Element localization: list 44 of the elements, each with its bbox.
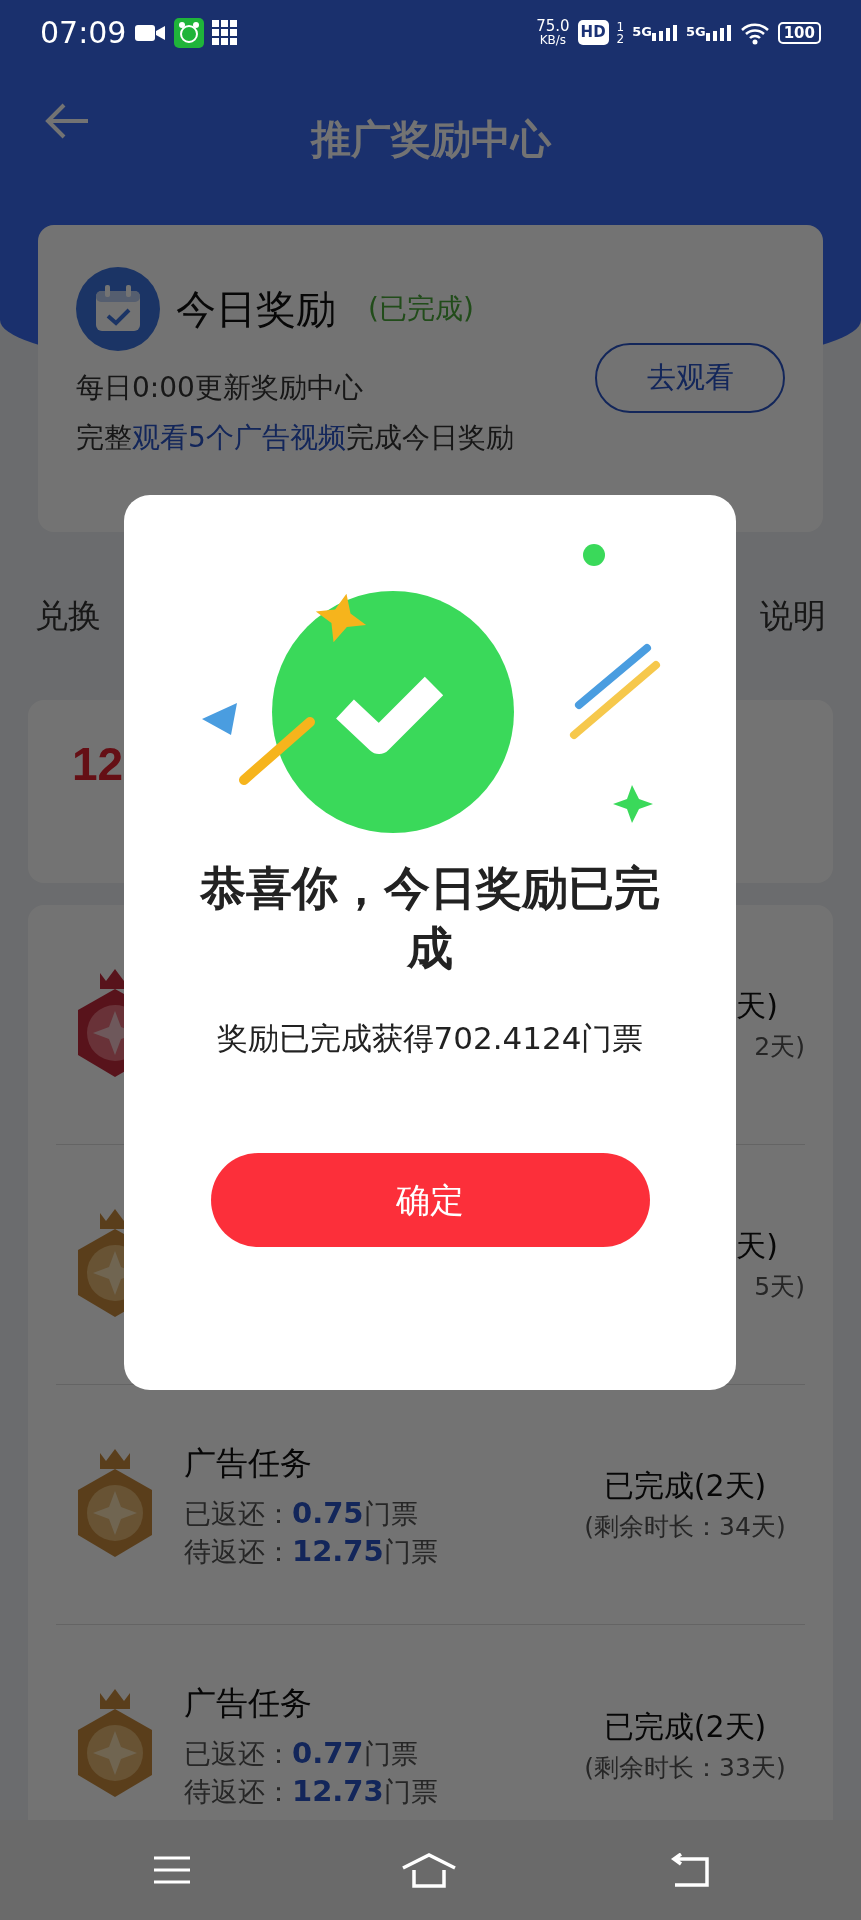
task-status: 已完成(2天) [603,1467,767,1506]
task-status: 天) [736,987,778,1026]
signal-icon [651,24,678,41]
battery-level: 100 [777,21,821,44]
home-icon[interactable] [400,1852,459,1888]
back-button[interactable] [44,101,90,141]
section-title: 兑换 [35,595,101,638]
sim-number: 1 [616,20,625,33]
sim-number: 2 [616,32,625,45]
network-speed: 75.0 [536,19,570,34]
returned-amount: 已返还：0.75门票 [184,1494,419,1532]
grid-icon [212,20,238,45]
network-type: 5G [632,24,652,38]
remaining-time: 2天) [754,1031,805,1064]
reward-title: 今日奖励 [176,285,336,334]
task-status: 已完成(2天) [603,1707,767,1746]
pending-amount: 待返还：12.73门票 [184,1773,438,1810]
remaining-time: (剩余时长：33天) [584,1751,786,1784]
update-note: 每日0:00更新奖励中心 [76,370,363,406]
watch-button[interactable]: 去观看 [595,343,785,413]
network-type: 5G [685,24,706,38]
app-icon [174,17,205,48]
menu-icon[interactable] [152,1854,193,1886]
watch-link[interactable]: 观看5个广告视频 [132,421,346,454]
remaining-time: 5天) [754,1271,805,1304]
speed-unit: KB/s [538,34,568,46]
hd-badge: HD [577,20,609,45]
dialog-title: 恭喜你，今日奖励已完成 [199,860,661,977]
dialog-message: 奖励已完成获得702.4124门票 [215,1018,645,1058]
page-title: 推广奖励中心 [310,115,551,164]
remaining-time: (剩余时长：34天) [584,1511,786,1544]
confirm-button[interactable]: 确定 [210,1153,650,1248]
status-label: (已完成) [368,291,474,327]
rules-link[interactable]: 说明 [760,591,826,641]
returned-amount: 已返还：0.77门票 [184,1735,419,1773]
task-title: 广告任务 [184,1683,313,1725]
clock-time: 07:09 [40,14,127,52]
task-title: 广告任务 [184,1442,313,1484]
task-status: 天) [736,1227,778,1266]
pending-amount: 待返还：12.75门票 [184,1532,438,1570]
signal-icon [705,24,732,41]
task-note: 完整观看5个广告视频完成今日奖励 [76,420,514,456]
amount-value: 12 [72,738,124,790]
calendar-icon [76,267,160,351]
